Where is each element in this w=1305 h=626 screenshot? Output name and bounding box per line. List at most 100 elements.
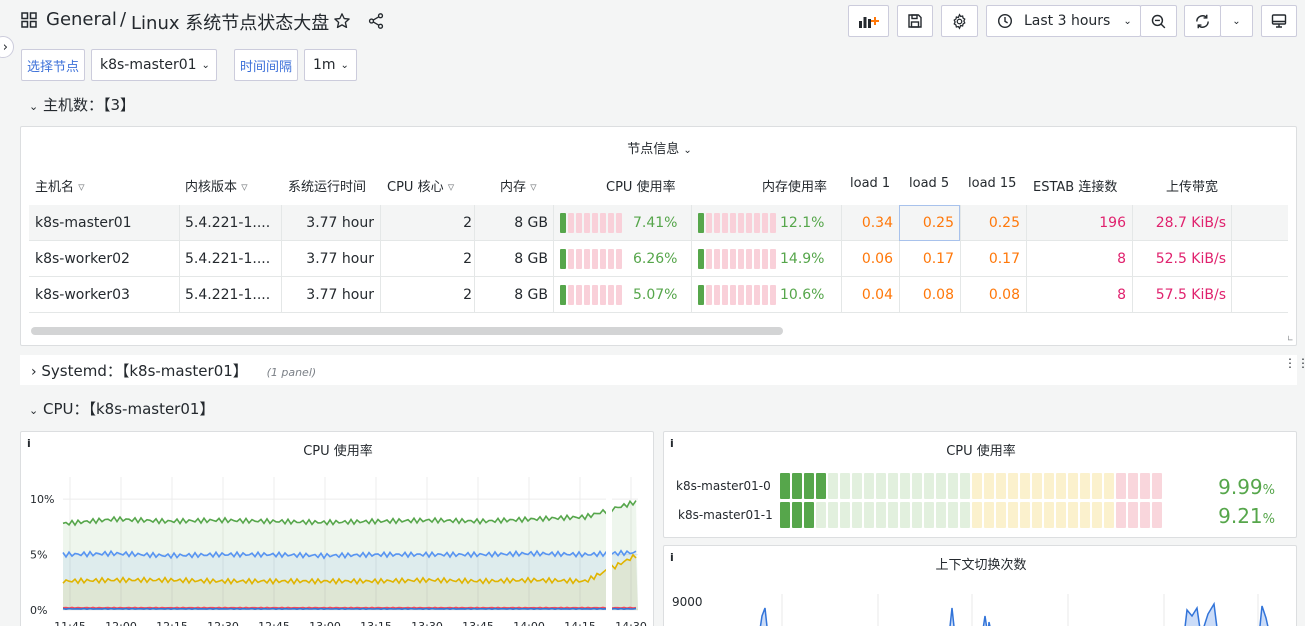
zoom-out-button[interactable] bbox=[1140, 5, 1177, 37]
column-header-load15[interactable]: load 15 bbox=[968, 176, 1016, 191]
context-switch-chart[interactable] bbox=[664, 546, 1298, 626]
gauge-cell bbox=[1116, 473, 1126, 499]
gauge-cell bbox=[1128, 502, 1138, 528]
gauge-cell bbox=[912, 473, 922, 499]
gauge-cell bbox=[1152, 473, 1162, 499]
gauge-cell bbox=[900, 473, 910, 499]
cell-divider bbox=[179, 205, 180, 241]
gauge-cell bbox=[864, 502, 874, 528]
column-header-uptime[interactable]: 系统运行时间 bbox=[288, 176, 372, 195]
gauge-cell bbox=[1032, 473, 1042, 499]
cell-divider bbox=[691, 277, 692, 313]
cell-divider bbox=[1026, 205, 1027, 241]
cpu-gauge-panel: i CPU 使用率 k8s-master01-0 9.99% k8s-maste… bbox=[663, 431, 1297, 538]
table-row[interactable]: k8s-master01 5.4.221-1.... 3.77 hour 2 8 GB 7… bbox=[29, 205, 1288, 241]
share-icon[interactable] bbox=[367, 12, 385, 34]
cell-divider bbox=[1026, 277, 1027, 313]
column-label: 内存 bbox=[500, 180, 527, 195]
horizontal-scrollbar[interactable] bbox=[31, 327, 783, 335]
column-header-cpu-usage[interactable]: CPU 使用率 bbox=[606, 176, 676, 195]
variable-label-interval: 时间间隔 bbox=[234, 49, 298, 81]
gauge-cell bbox=[948, 473, 958, 499]
row-header-hosts[interactable]: ⌄ 主机数：【3】 bbox=[29, 94, 135, 115]
column-header-estab[interactable]: ESTAB 连接数 bbox=[1033, 176, 1117, 195]
cell-cpu-usage: 5.07% bbox=[633, 287, 678, 303]
table-row[interactable]: k8s-worker02 5.4.221-1.... 3.77 hour 2 8 GB 6… bbox=[29, 241, 1288, 277]
context-switch-panel: i 上下文切换次数 9000 bbox=[663, 545, 1297, 626]
gauge-cell bbox=[828, 502, 838, 528]
drag-handle-icon[interactable]: ⋮⋮ bbox=[1284, 357, 1305, 369]
cell-estab: 196 bbox=[1099, 215, 1126, 231]
gauge-cell bbox=[852, 502, 862, 528]
column-header-load5[interactable]: load 5 bbox=[909, 176, 949, 191]
refresh-interval-button[interactable]: ⌄ bbox=[1220, 5, 1253, 37]
gauge-cell bbox=[1092, 473, 1102, 499]
x-tick-label: 14:15 bbox=[564, 620, 596, 626]
data-gap bbox=[606, 475, 612, 612]
interval-select[interactable]: 1m ⌄ bbox=[304, 49, 357, 81]
column-header-load1[interactable]: load 1 bbox=[850, 176, 890, 191]
table-row[interactable]: k8s-worker03 5.4.221-1.... 3.77 hour 2 8 GB 5… bbox=[29, 277, 1288, 313]
column-label: 内存使用率 bbox=[762, 180, 828, 195]
cell-divider bbox=[553, 241, 554, 277]
gauge-cell bbox=[792, 502, 802, 528]
gauge-cell bbox=[816, 502, 826, 528]
panel-title: 节点信息 bbox=[627, 142, 680, 157]
save-dashboard-button[interactable] bbox=[897, 5, 933, 37]
dashboard-grid-icon[interactable] bbox=[21, 12, 37, 28]
resize-handle-icon[interactable]: ∟ bbox=[1287, 334, 1294, 343]
cell-divider bbox=[281, 205, 282, 241]
settings-button[interactable] bbox=[941, 5, 978, 37]
cell-divider bbox=[474, 241, 475, 277]
column-header-upload[interactable]: 上传带宽 bbox=[1166, 176, 1218, 195]
row-header-systemd[interactable]: › Systemd：【k8s-master01】 (1 panel) bbox=[31, 360, 316, 381]
gauge-cell bbox=[996, 473, 1006, 499]
column-label: load 1 bbox=[850, 176, 891, 191]
chevron-down-icon: ⌄ bbox=[29, 100, 39, 113]
cell-upload: 52.5 KiB/s bbox=[1155, 251, 1226, 267]
tv-mode-button[interactable] bbox=[1261, 5, 1297, 37]
cell-divider bbox=[1132, 241, 1133, 277]
filter-icon[interactable]: ▿ bbox=[530, 180, 537, 195]
gauge-cell bbox=[1056, 473, 1066, 499]
clock-icon bbox=[997, 13, 1013, 29]
time-range-picker[interactable]: Last 3 hours ⌄ bbox=[986, 5, 1141, 37]
column-header-kernel[interactable]: 内核版本 ▿ bbox=[185, 176, 248, 195]
panel-title[interactable]: CPU 使用率 bbox=[664, 440, 1298, 459]
node-select[interactable]: k8s-master01 ⌄ bbox=[91, 49, 217, 81]
gauge-cell bbox=[948, 502, 958, 528]
row-header-cpu[interactable]: ⌄ CPU：【k8s-master01】 bbox=[29, 398, 214, 419]
column-label: load 15 bbox=[968, 176, 1017, 191]
panel-header[interactable]: 节点信息 ⌄ bbox=[21, 138, 1298, 157]
add-panel-button[interactable] bbox=[848, 5, 889, 37]
usage-gauge bbox=[698, 213, 776, 233]
chevron-right-icon: › bbox=[31, 364, 37, 380]
gauge-cell bbox=[1032, 502, 1042, 528]
cpu-usage-chart[interactable]: 10% 5% 0% 11:45 12:00 12:15 12:30 12:45 13:00 13:… bbox=[21, 432, 655, 626]
cell-uptime: 3.77 hour bbox=[306, 287, 374, 303]
gauge-cell bbox=[1068, 473, 1078, 499]
column-header-cores[interactable]: CPU 核心 ▿ bbox=[387, 176, 454, 195]
y-tick-label: 10% bbox=[30, 493, 54, 506]
column-label: ESTAB 连接数 bbox=[1033, 180, 1118, 195]
gauge-label: k8s-master01-0 bbox=[676, 479, 771, 493]
cell-divider bbox=[474, 205, 475, 241]
filter-icon[interactable]: ▿ bbox=[78, 180, 85, 195]
breadcrumb-folder[interactable]: General bbox=[46, 9, 117, 30]
gauge-cell bbox=[924, 502, 934, 528]
star-icon[interactable] bbox=[333, 12, 351, 34]
cell-divider bbox=[1231, 205, 1232, 241]
dashboard-title[interactable]: Linux 系统节点状态大盘 bbox=[131, 9, 329, 35]
cell-mem-usage: 14.9% bbox=[780, 251, 825, 267]
filter-icon[interactable]: ▿ bbox=[241, 180, 248, 195]
gauge-cell bbox=[972, 473, 982, 499]
column-header-mem-usage[interactable]: 内存使用率 bbox=[762, 176, 827, 195]
filter-icon[interactable]: ▿ bbox=[448, 180, 455, 195]
column-header-host[interactable]: 主机名 ▿ bbox=[35, 176, 85, 195]
cell-divider bbox=[380, 277, 381, 313]
refresh-button[interactable] bbox=[1184, 5, 1221, 37]
row-title-hosts: 主机数：【3】 bbox=[43, 96, 136, 114]
cell-divider bbox=[691, 241, 692, 277]
gauge-cell bbox=[1056, 502, 1066, 528]
column-header-memory[interactable]: 内存 ▿ bbox=[500, 176, 537, 195]
